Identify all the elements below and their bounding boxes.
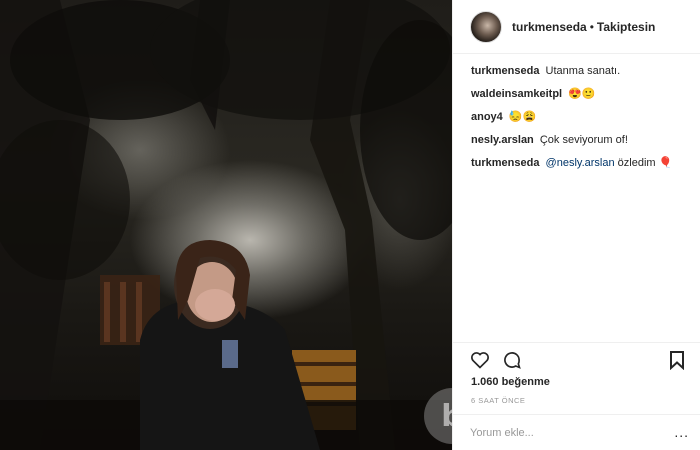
header-separator: • [589,19,594,34]
comment-text: 😍🙂 [568,88,596,100]
comment-username[interactable]: anoy4 [471,111,503,123]
comment-text: özledim 🎈 [617,157,673,169]
comment-text: 😓😩 [508,111,537,123]
comment-username[interactable]: turkmenseda [471,65,539,77]
comment-text: Utanma sanatı. [545,65,621,77]
divider [453,342,700,343]
avatar[interactable] [470,10,502,43]
comment-icon[interactable] [502,350,522,370]
comment-item: anoy4 😓😩 [471,110,691,124]
heart-icon[interactable] [470,350,490,370]
action-bar [470,350,522,370]
comment-item: turkmenseda @nesly.arslan özledim 🎈 [471,156,691,170]
post-photo[interactable] [0,0,452,450]
post-header: turkmenseda • Takiptesin [453,0,700,54]
comment-list: turkmenseda Utanma sanatı. waldeinsamkei… [471,64,691,179]
bookmark-icon[interactable] [668,350,686,371]
comment-username[interactable]: waldeinsamkeitpl [471,88,562,100]
timestamp: 6 SAAT ÖNCE [471,396,526,405]
comment-username[interactable]: turkmenseda [471,157,539,169]
comment-item: waldeinsamkeitpl 😍🙂 [471,87,691,101]
follow-status[interactable]: Takiptesin [597,20,655,34]
add-comment-bar: ... [453,414,700,450]
comment-item: nesly.arslan Çok seviyorum of! [471,133,691,147]
photo-scene [0,0,452,450]
comment-text: Çok seviyorum of! [539,134,628,146]
header-username[interactable]: turkmenseda [512,20,587,34]
post-sidebar: turkmenseda • Takiptesin turkmenseda Uta… [452,0,700,450]
comment-username[interactable]: nesly.arslan [471,134,534,146]
comment-item: turkmenseda Utanma sanatı. [471,64,691,78]
like-count[interactable]: 1.060 beğenme [471,376,550,388]
more-options-icon[interactable]: ... [674,424,689,440]
comment-mention[interactable]: @nesly.arslan [546,157,615,169]
comment-input[interactable] [470,425,650,441]
